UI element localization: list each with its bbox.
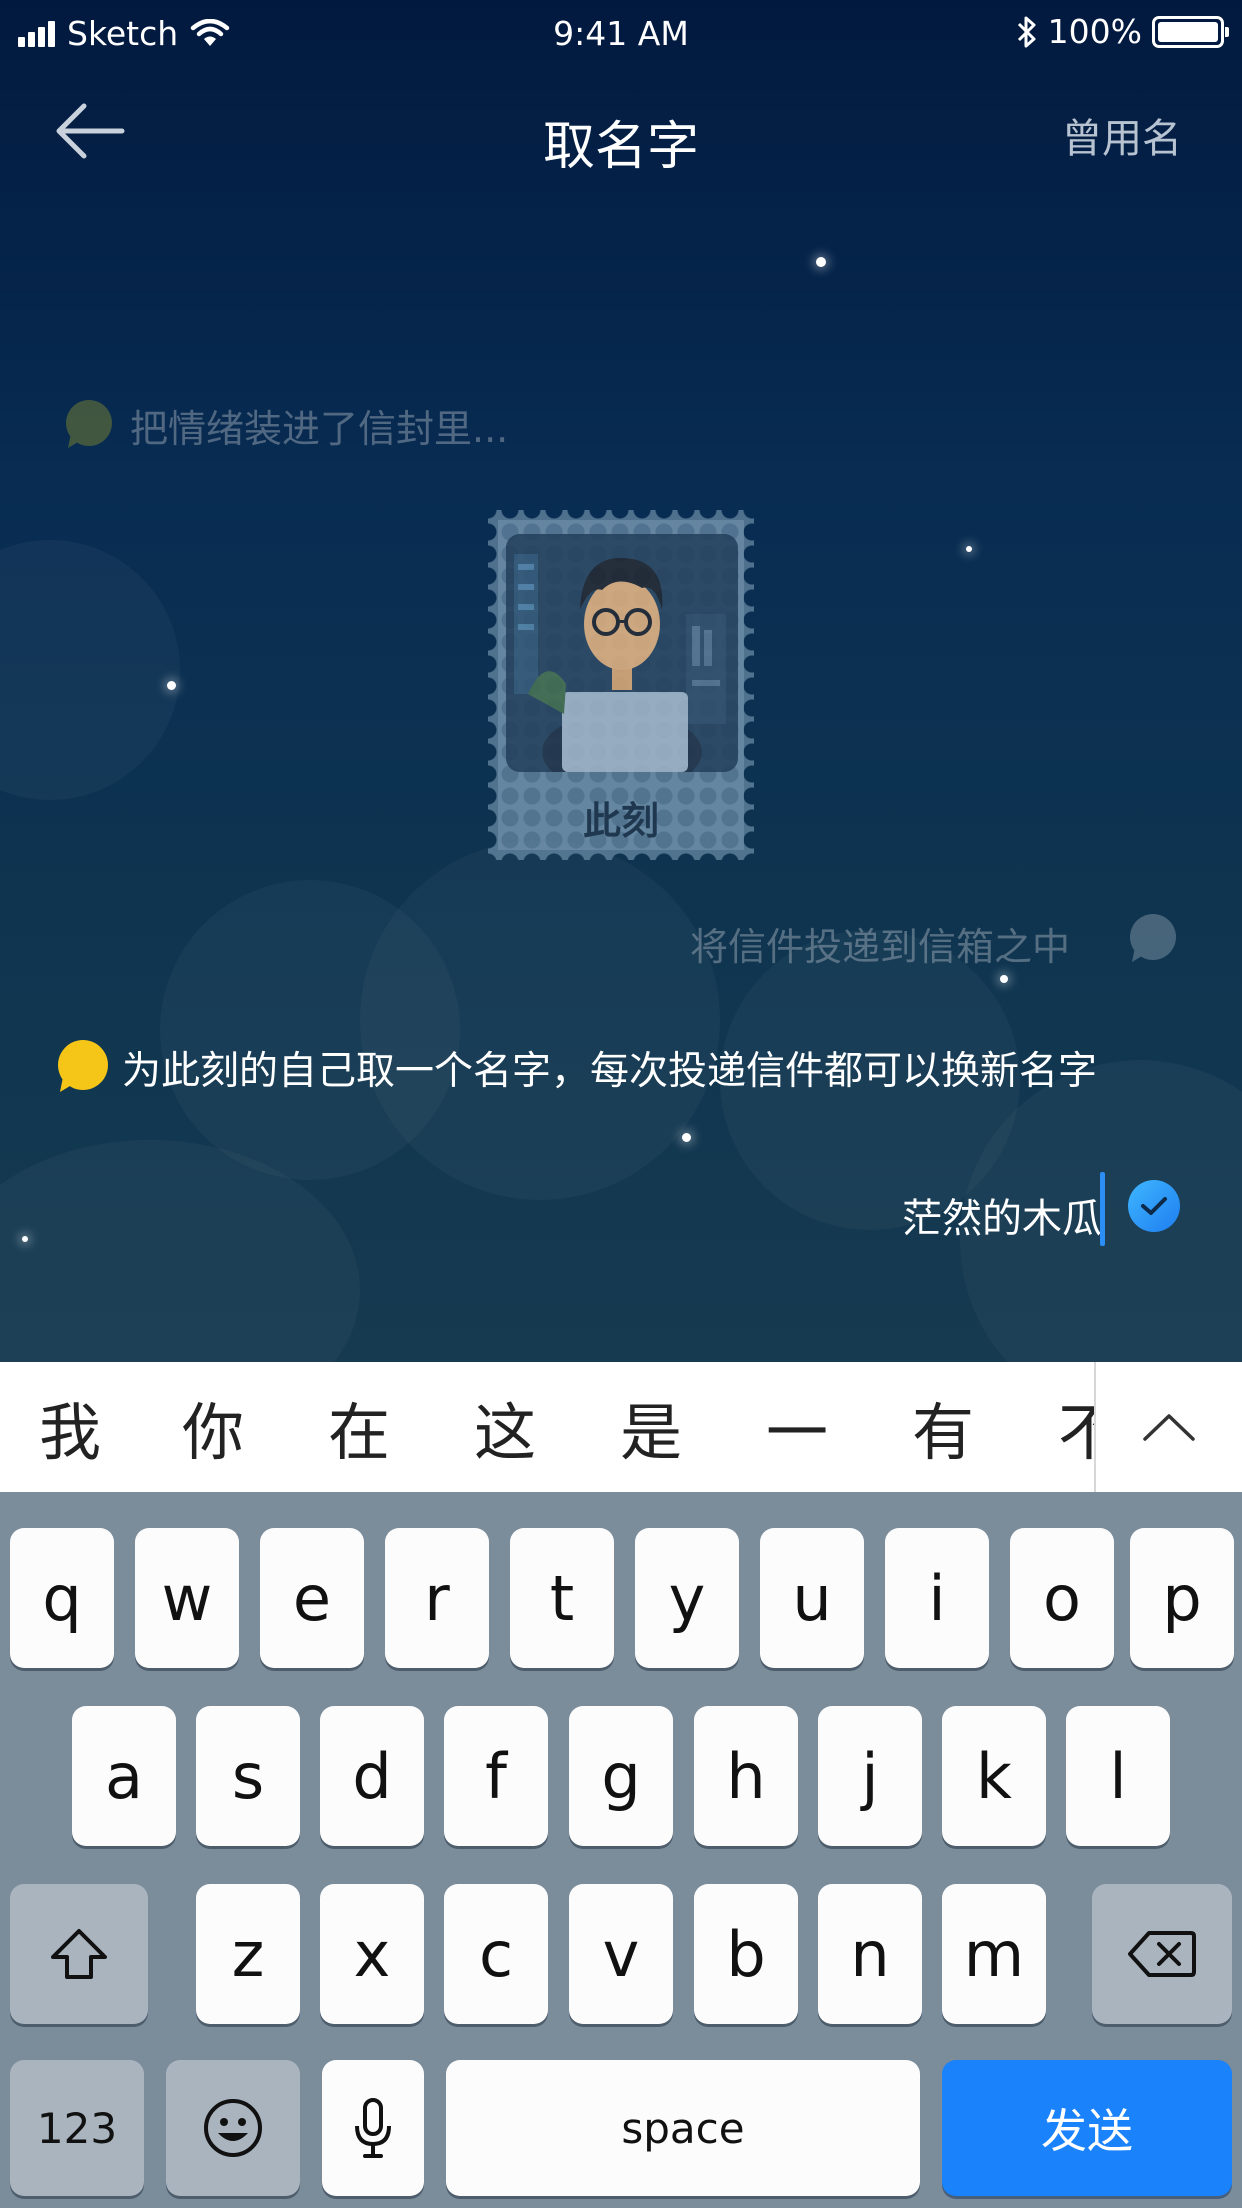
key-b[interactable]: b (694, 1884, 798, 2024)
key-u[interactable]: u (760, 1528, 864, 1668)
key-n[interactable]: n (818, 1884, 922, 2024)
key-q[interactable]: q (10, 1528, 114, 1668)
microphone-icon (355, 2098, 391, 2158)
checkmark-icon (1141, 1197, 1167, 1215)
status-right: 100% (1016, 12, 1229, 51)
person-illustration (506, 534, 738, 772)
star (682, 1133, 691, 1142)
candidate-item[interactable]: 有 (870, 1382, 1016, 1472)
key-i[interactable]: i (885, 1528, 989, 1668)
delete-key[interactable] (1092, 1884, 1232, 2024)
star (966, 546, 972, 552)
former-names-button[interactable]: 曾用名 (1062, 106, 1182, 164)
candidate-item[interactable]: 是 (578, 1382, 724, 1472)
emoji-key[interactable] (166, 2060, 300, 2196)
candidate-item[interactable]: 这 (432, 1382, 578, 1472)
key-l[interactable]: l (1066, 1706, 1170, 1846)
key-a[interactable]: a (72, 1706, 176, 1846)
star (816, 257, 826, 267)
shift-icon (51, 1929, 107, 1979)
keyboard: q w e r t y u i o p a s d f g h j k l z … (0, 1492, 1242, 2208)
emoji-icon (204, 2099, 262, 2157)
name-prompt-message: 为此刻的自己取一个名字，每次投递信件都可以换新名字 (122, 1049, 1098, 1094)
candidate-item[interactable]: 在 (286, 1382, 432, 1472)
nickname-input[interactable]: 茫然的木瓜 (902, 1186, 1102, 1244)
chat-bubble-icon (58, 1040, 108, 1090)
key-c[interactable]: c (444, 1884, 548, 2024)
backspace-icon (1128, 1931, 1196, 1977)
space-key[interactable]: space (446, 2060, 920, 2196)
candidate-item[interactable]: 你 (140, 1382, 286, 1472)
stamp-label: 此刻 (582, 799, 659, 843)
key-x[interactable]: x (320, 1884, 424, 2024)
cloud-shape (0, 540, 180, 800)
text-cursor (1100, 1172, 1105, 1246)
key-h[interactable]: h (694, 1706, 798, 1846)
key-s[interactable]: s (196, 1706, 300, 1846)
star (1000, 975, 1008, 983)
candidate-item[interactable]: 我 (0, 1382, 140, 1472)
faded-message-right: 将信件投递到信箱之中 (690, 925, 1071, 969)
status-bar: Sketch 9:41 AM 100% (0, 0, 1242, 66)
chat-bubble-icon (1130, 914, 1176, 960)
page-title: 取名字 (542, 117, 699, 177)
numbers-key[interactable]: 123 (10, 2060, 144, 2196)
candidate-bar: 我 你 在 这 是 一 有 不 (0, 1362, 1242, 1492)
send-key[interactable]: 发送 (942, 2060, 1232, 2196)
key-p[interactable]: p (1130, 1528, 1234, 1668)
key-j[interactable]: j (818, 1706, 922, 1846)
key-v[interactable]: v (569, 1884, 673, 2024)
chevron-up-icon (1143, 1414, 1195, 1441)
key-f[interactable]: f (444, 1706, 548, 1846)
key-d[interactable]: d (320, 1706, 424, 1846)
candidate-item[interactable]: 不 (1016, 1382, 1094, 1472)
key-m[interactable]: m (942, 1884, 1046, 2024)
star (167, 681, 176, 690)
shift-key[interactable] (10, 1884, 148, 2024)
chat-bubble-icon (66, 400, 112, 446)
key-t[interactable]: t (510, 1528, 614, 1668)
confirm-name-button[interactable] (1128, 1180, 1180, 1232)
cloud-shape (360, 840, 720, 1200)
bluetooth-icon (1017, 16, 1036, 47)
battery-percent: 100% (1047, 12, 1142, 51)
key-k[interactable]: k (942, 1706, 1046, 1846)
key-y[interactable]: y (635, 1528, 739, 1668)
candidate-list: 我 你 在 这 是 一 有 不 (0, 1362, 1094, 1492)
stamp-illustration (506, 534, 738, 772)
key-e[interactable]: e (260, 1528, 364, 1668)
key-w[interactable]: w (135, 1528, 239, 1668)
key-o[interactable]: o (1010, 1528, 1114, 1668)
microphone-key[interactable] (322, 2060, 424, 2196)
key-r[interactable]: r (385, 1528, 489, 1668)
battery-icon (1152, 15, 1229, 48)
expand-candidates-button[interactable] (1096, 1362, 1242, 1492)
key-z[interactable]: z (196, 1884, 300, 2024)
key-g[interactable]: g (569, 1706, 673, 1846)
faded-message-left: 把情绪装进了信封里... (130, 407, 509, 451)
star (22, 1236, 28, 1242)
candidate-item[interactable]: 一 (724, 1382, 870, 1472)
